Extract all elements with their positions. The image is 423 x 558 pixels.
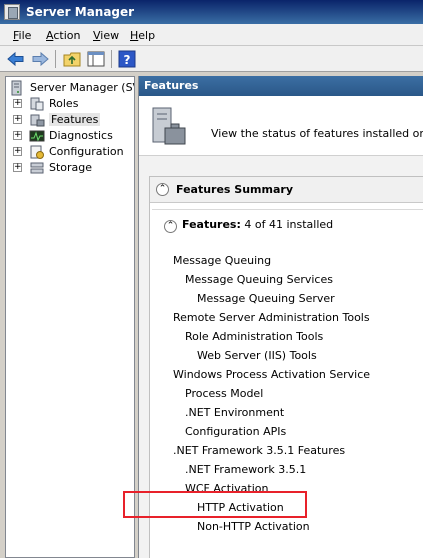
collapse-up-icon[interactable]: ⌃ — [164, 220, 177, 233]
tree-item-roles[interactable]: + Roles — [6, 96, 134, 112]
feature-item: .NET Framework 3.5.1 — [185, 463, 307, 476]
toolbar-separator — [55, 50, 56, 68]
features-count-line: Features: 4 of 41 installed — [182, 218, 333, 231]
features-count: 4 of 41 installed — [244, 218, 334, 231]
back-arrow-icon[interactable] — [6, 49, 26, 69]
feature-item: Non-HTTP Activation — [197, 520, 310, 533]
storage-icon — [30, 162, 44, 174]
menu-action[interactable]: Action — [46, 29, 80, 42]
feature-item: Configuration APIs — [185, 425, 287, 438]
tree-root-label: Server Manager (SVR — [30, 81, 134, 94]
feature-item: Role Administration Tools — [185, 330, 324, 343]
feature-item: Process Model — [185, 387, 264, 400]
show-hide-console-tree-icon[interactable] — [86, 49, 106, 69]
feature-item: Windows Process Activation Service — [173, 368, 371, 381]
features-icon — [30, 114, 45, 127]
tree-item-label: Storage — [49, 161, 93, 174]
expand-icon[interactable]: + — [13, 163, 22, 172]
feature-item: Message Queuing Server — [197, 292, 335, 305]
highlight-box — [123, 491, 307, 518]
menu-file[interactable]: File — [13, 29, 31, 42]
features-large-icon — [152, 107, 186, 145]
expand-icon[interactable]: + — [13, 115, 22, 124]
collapse-up-icon[interactable]: ⌃ — [156, 183, 169, 196]
feature-item: Message Queuing — [173, 254, 272, 267]
toolbar-separator — [111, 50, 112, 68]
features-summary-header[interactable]: ⌃ Features Summary — [150, 177, 423, 203]
tree-item-diagnostics[interactable]: + Diagnostics — [6, 128, 134, 144]
svg-text:?: ? — [124, 53, 131, 67]
pane-header: Features — [139, 76, 423, 96]
feature-item: .NET Environment — [185, 406, 285, 419]
up-folder-icon[interactable] — [62, 49, 82, 69]
features-banner: View the status of features installed on… — [139, 96, 423, 156]
configuration-icon — [30, 145, 44, 159]
tree-item-configuration[interactable]: + Configuration — [6, 144, 134, 160]
tree-item-label: Roles — [49, 97, 79, 110]
toolbar: ? — [0, 46, 423, 72]
tree-item-label: Features — [49, 113, 101, 126]
features-summary-title: Features Summary — [176, 183, 293, 196]
diagnostics-icon — [29, 130, 45, 142]
tree-item-label: Diagnostics — [49, 129, 113, 142]
feature-item: Web Server (IIS) Tools — [197, 349, 317, 362]
features-label: Features: — [182, 218, 241, 231]
details-pane: Features View the status of features ins… — [138, 76, 423, 558]
expand-icon[interactable]: + — [13, 99, 22, 108]
console-tree: Server Manager (SVR + Roles + Features +… — [5, 76, 135, 558]
expand-icon[interactable]: + — [13, 131, 22, 140]
features-description: View the status of features installed on… — [211, 127, 423, 140]
tree-item-label: Configuration — [49, 145, 124, 158]
server-manager-icon — [4, 4, 20, 20]
menu-view[interactable]: View — [93, 29, 119, 42]
roles-icon — [30, 97, 44, 111]
tree-item-features[interactable]: + Features — [6, 112, 134, 128]
forward-arrow-icon[interactable] — [30, 49, 50, 69]
window-title: Server Manager — [26, 5, 135, 19]
help-icon[interactable]: ? — [117, 49, 137, 69]
server-icon — [11, 80, 22, 96]
feature-item: Message Queuing Services — [185, 273, 333, 286]
tree-item-storage[interactable]: + Storage — [6, 160, 134, 176]
title-bar: Server Manager — [0, 0, 423, 24]
expand-icon[interactable]: + — [13, 147, 22, 156]
feature-item: .NET Framework 3.5.1 Features — [173, 444, 346, 457]
menu-help[interactable]: Help — [130, 29, 155, 42]
feature-item: Remote Server Administration Tools — [173, 311, 370, 324]
menu-bar: File Action View Help — [0, 24, 423, 46]
tree-root[interactable]: Server Manager (SVR — [6, 80, 134, 96]
